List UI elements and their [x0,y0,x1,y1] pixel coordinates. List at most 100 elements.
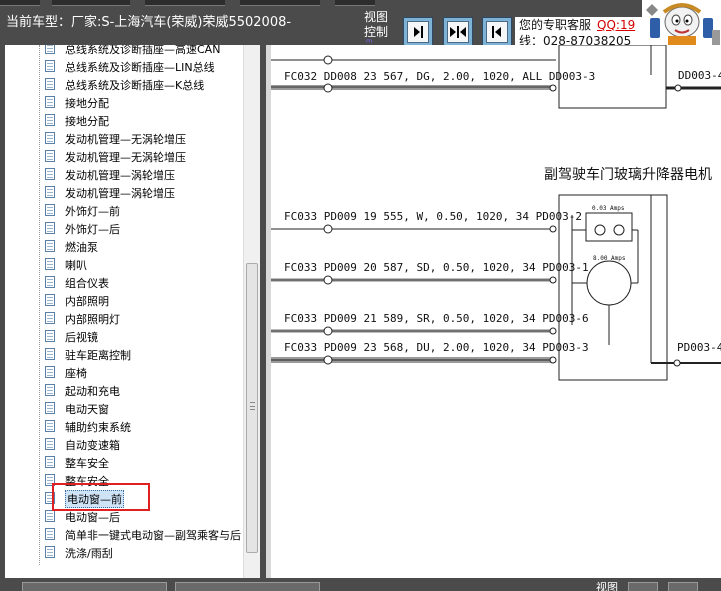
tree-item[interactable]: 总线系统及诊断插座—LIN总线 [5,57,245,75]
tree-item[interactable]: 发动机管理—无涡轮增压 [5,129,245,147]
bottom-view-button[interactable] [628,582,658,591]
tree-item[interactable]: 发动机管理—涡轮增压 [5,183,245,201]
tree-item[interactable]: 内部照明灯 [5,309,245,327]
tree-item-label: 发动机管理—无涡轮增压 [65,151,186,164]
nav-prev-button[interactable] [482,17,512,47]
tree-item-label: 辅助约束系统 [65,421,131,434]
tab-fragment[interactable] [335,0,375,6]
document-icon [45,420,55,432]
document-icon [45,546,55,558]
tree-item-label: 组合仪表 [65,277,109,290]
top-header-bar: 当前车型：厂家:S-上海汽车(荣威)荣威5502008- 视图 控制 ᵐ 您的专… [0,0,721,50]
tree-item-label: 电动窗—后 [65,511,120,524]
tree-item-label: 简单非一键式电动窗—副驾乘客与后 [65,529,241,542]
tree-item[interactable]: 电动天窗 [5,399,245,417]
tree-item-label: 驻车距离控制 [65,349,131,362]
fuse-rating-label: 0.03 Amps [592,205,625,212]
document-icon [45,45,55,54]
tree-item-label: 整车安全 [65,457,109,470]
document-icon [45,366,55,378]
document-icon [45,240,55,252]
tree-item-label: 发动机管理—涡轮增压 [65,169,175,182]
tree-item[interactable]: 接地分配 [5,111,245,129]
tree-item[interactable]: 自动变速箱 [5,435,245,453]
bottom-view-label: 视图 [596,581,618,591]
tree-item-label: 总线系统及诊断插座—K总线 [65,79,205,92]
document-icon [45,312,55,324]
tree-item[interactable]: 驻车距离控制 [5,345,245,363]
tree-item-label: 发动机管理—涡轮增压 [65,187,175,200]
document-icon [45,258,55,270]
tab-fragment[interactable] [0,0,40,6]
motor-rating-label: 8.00 Amps [593,255,626,262]
document-icon [45,330,55,342]
document-icon [45,204,55,216]
document-icon [45,438,55,450]
tree-item[interactable]: 整车安全 [5,453,245,471]
nav-expand-button[interactable] [443,17,473,47]
tab-fragment[interactable] [145,0,225,6]
tree-item-label: 接地分配 [65,97,109,110]
tab-fragment[interactable] [52,0,130,6]
tree-item[interactable]: 洗涤/雨刮 [5,543,245,561]
document-icon [45,510,55,522]
bottom-tab-button[interactable] [22,582,167,591]
document-icon [45,168,55,180]
arrows-in-icon [450,26,466,38]
tree-item-label: 总线系统及诊断插座—高速CAN [65,45,221,56]
tree-item[interactable]: 发动机管理—无涡轮增压 [5,147,245,165]
tree-item-label: 洗涤/雨刮 [65,547,113,560]
tree-scrollbar-thumb[interactable] [246,263,258,553]
tree-item-label: 总线系统及诊断插座—LIN总线 [65,61,215,74]
wire-label: FC033 PD009 19 555, W, 0.50, 1020, 34 PD… [284,210,582,223]
tree-item-label: 外饰灯—后 [65,223,120,236]
wiring-diagram-canvas: FC032 DD008 23 567, DG, 2.00, 1020, ALL … [266,45,721,578]
tree-item[interactable]: 喇叭 [5,255,245,273]
tree-item-label: 电动天窗 [65,403,109,416]
bottom-tab-button[interactable] [175,582,320,591]
tree-item[interactable]: 外饰灯—前 [5,201,245,219]
wire-label: FC033 PD009 23 568, DU, 2.00, 1020, 34 P… [284,341,589,354]
tree-item[interactable]: 总线系统及诊断插座—高速CAN [5,45,245,57]
tree-item[interactable]: 座椅 [5,363,245,381]
tree-item[interactable]: 外饰灯—后 [5,219,245,237]
nav-next-button[interactable] [403,17,433,47]
document-icon [45,222,55,234]
tree-item[interactable]: 起动和充电 [5,381,245,399]
wire-label: FC033 PD009 20 587, SD, 0.50, 1020, 34 P… [284,261,589,274]
tree-item[interactable]: 组合仪表 [5,273,245,291]
tree-item[interactable]: 简单非一键式电动窗—副驾乘客与后 [5,525,245,543]
tree-item[interactable]: 内部照明 [5,291,245,309]
document-icon [45,114,55,126]
tree-item[interactable]: 发动机管理—涡轮增压 [5,165,245,183]
view-control-line2: 控制 [364,25,389,39]
wire-label: FC033 PD009 21 589, SR, 0.50, 1020, 34 P… [284,312,589,325]
tab-fragment[interactable] [240,0,320,6]
tree-item-label: 座椅 [65,367,87,380]
tree-item-label: 喇叭 [65,259,87,272]
tree-item-label: 后视镜 [65,331,98,344]
document-icon [45,276,55,288]
document-icon [45,528,55,540]
qq-link[interactable]: QQ:19 [597,18,635,32]
document-icon [45,456,55,468]
document-icon [45,150,55,162]
wiring-diagram-view[interactable]: FC032 DD008 23 567, DG, 2.00, 1020, ALL … [266,45,721,578]
tree-item-label: 接地分配 [65,115,109,128]
document-icon [45,402,55,414]
arrow-right-icon [414,26,423,38]
mascot-logo-icon [642,0,721,50]
tree-item-label: 发动机管理—无涡轮增压 [65,133,186,146]
current-car-model-label: 当前车型：厂家:S-上海汽车(荣威)荣威5502008- [6,15,292,30]
bottom-view-button[interactable] [668,582,698,591]
tree-scrollbar[interactable] [243,45,260,578]
document-icon [45,384,55,396]
diagram-title: 副驾驶车门玻璃升降器电机 [544,166,712,183]
tree-item[interactable]: 辅助约束系统 [5,417,245,435]
tree-item[interactable]: 燃油泵 [5,237,245,255]
tree-item[interactable]: 后视镜 [5,327,245,345]
document-icon [45,348,55,360]
bottom-status-bar: 视图 [0,578,721,591]
tree-item[interactable]: 总线系统及诊断插座—K总线 [5,75,245,93]
tree-item[interactable]: 接地分配 [5,93,245,111]
